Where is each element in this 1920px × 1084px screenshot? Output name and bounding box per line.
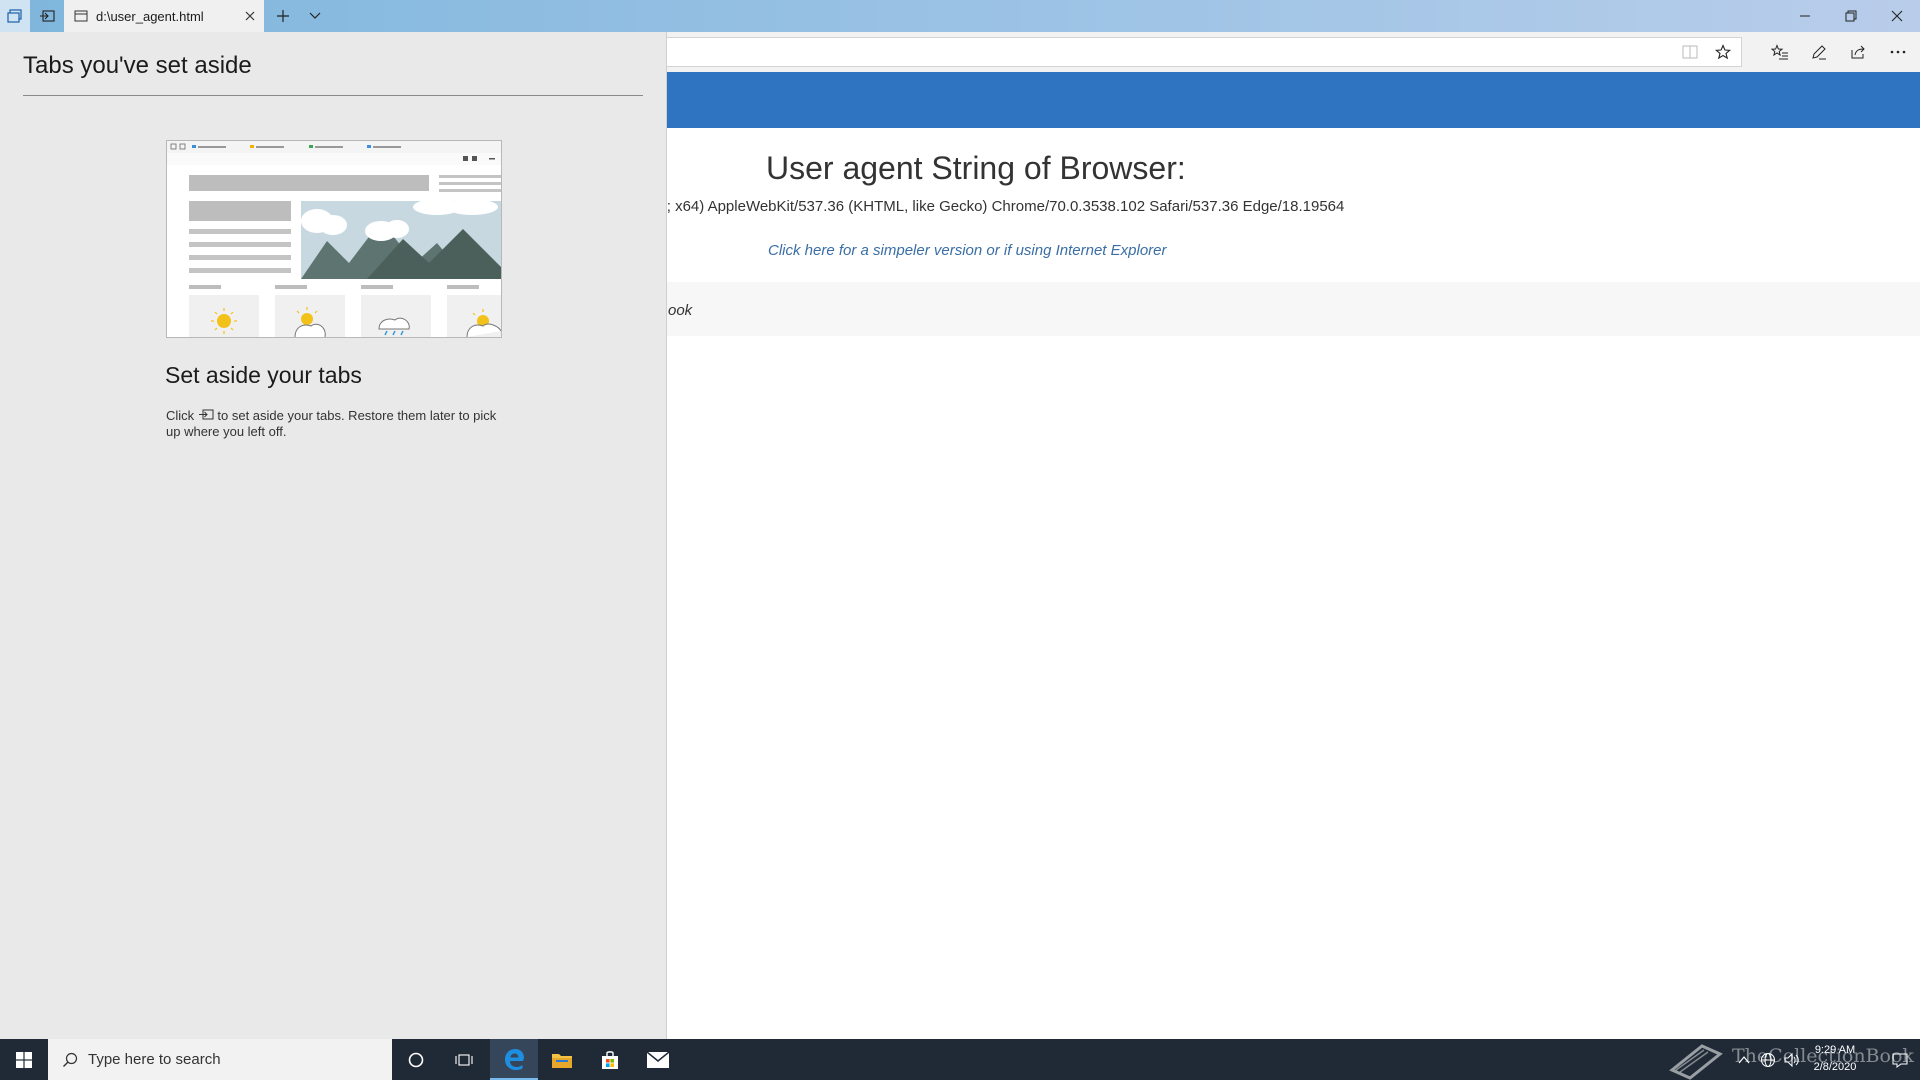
plus-icon xyxy=(277,10,289,22)
set-aside-icon xyxy=(40,10,55,22)
add-favorite-button[interactable] xyxy=(1705,32,1741,72)
restore-icon xyxy=(1845,10,1857,22)
active-tab[interactable]: d:\user_agent.html xyxy=(64,0,264,32)
share-icon xyxy=(1851,45,1865,59)
panel-title: Tabs you've set aside xyxy=(23,52,252,79)
new-tab-button[interactable] xyxy=(268,0,298,32)
minimize-button[interactable] xyxy=(1782,0,1828,32)
ellipsis-icon xyxy=(1890,50,1906,54)
empty-state-title: Set aside your tabs xyxy=(165,362,362,388)
tabs-set-aside-button[interactable] xyxy=(0,0,30,32)
cortana-icon xyxy=(408,1052,424,1067)
chevron-down-icon xyxy=(309,12,321,19)
share-button[interactable] xyxy=(1840,32,1876,72)
more-button[interactable] xyxy=(1880,32,1916,72)
minimize-icon xyxy=(1800,15,1810,17)
taskbar: Type here to search 9:29 AM 2/8/2020 xyxy=(0,1039,1920,1080)
pen-icon xyxy=(1812,45,1826,60)
title-bar: d:\user_agent.html xyxy=(0,0,1920,32)
reading-view-button[interactable] xyxy=(1672,32,1708,72)
mail-icon xyxy=(647,1051,669,1068)
search-placeholder: Type here to search xyxy=(88,1051,221,1068)
desc-prefix: Click xyxy=(166,408,198,423)
taskbar-store[interactable] xyxy=(586,1039,634,1080)
tab-preview-button[interactable] xyxy=(300,0,330,32)
star-icon xyxy=(1715,44,1731,60)
favorites-list-icon xyxy=(1771,44,1788,60)
tab-close-icon[interactable] xyxy=(244,10,256,22)
favorites-button[interactable] xyxy=(1762,32,1798,72)
simple-version-link[interactable]: Click here for a simpeler version or if … xyxy=(768,242,1167,259)
close-icon xyxy=(1891,10,1903,22)
band-text[interactable]: ook xyxy=(668,302,692,319)
task-view-icon xyxy=(455,1053,473,1066)
tabs-set-aside-panel: Tabs you've set aside Set aside your tab… xyxy=(0,32,667,1039)
taskbar-mail[interactable] xyxy=(634,1039,682,1080)
store-icon xyxy=(602,1050,618,1069)
tab-title: d:\user_agent.html xyxy=(96,8,204,24)
watermark-book-icon xyxy=(1668,1040,1724,1084)
restore-button[interactable] xyxy=(1828,0,1874,32)
close-button[interactable] xyxy=(1874,0,1920,32)
tabs-aside-icon xyxy=(7,9,22,23)
page-icon xyxy=(74,10,88,22)
watermark-text: TheCollectionBook xyxy=(1732,1045,1914,1067)
folder-icon xyxy=(552,1053,572,1068)
cortana-button[interactable] xyxy=(392,1039,440,1080)
panel-divider xyxy=(23,95,643,96)
taskbar-search[interactable]: Type here to search xyxy=(48,1039,392,1080)
web-notes-button[interactable] xyxy=(1801,32,1837,72)
set-aside-inline-icon xyxy=(198,409,214,420)
windows-icon xyxy=(16,1051,32,1068)
user-agent-value: T 10.0; Win64; x64) AppleWebKit/537.36 (… xyxy=(573,198,1345,215)
taskbar-edge[interactable] xyxy=(490,1039,538,1080)
edge-icon xyxy=(505,1048,524,1070)
reading-view-icon xyxy=(1682,45,1698,59)
taskbar-file-explorer[interactable] xyxy=(538,1039,586,1080)
desc-suffix: to set aside your tabs. Restore them lat… xyxy=(166,408,497,439)
address-field[interactable] xyxy=(660,37,1742,67)
search-icon xyxy=(63,1052,78,1067)
page-title: User agent String of Browser: xyxy=(766,150,1186,186)
set-aside-tabs-button[interactable] xyxy=(32,0,62,32)
task-view-button[interactable] xyxy=(440,1039,488,1080)
start-button[interactable] xyxy=(0,1039,48,1080)
empty-state-description: Click to set aside your tabs. Restore th… xyxy=(166,408,506,440)
set-aside-illustration xyxy=(166,140,502,338)
